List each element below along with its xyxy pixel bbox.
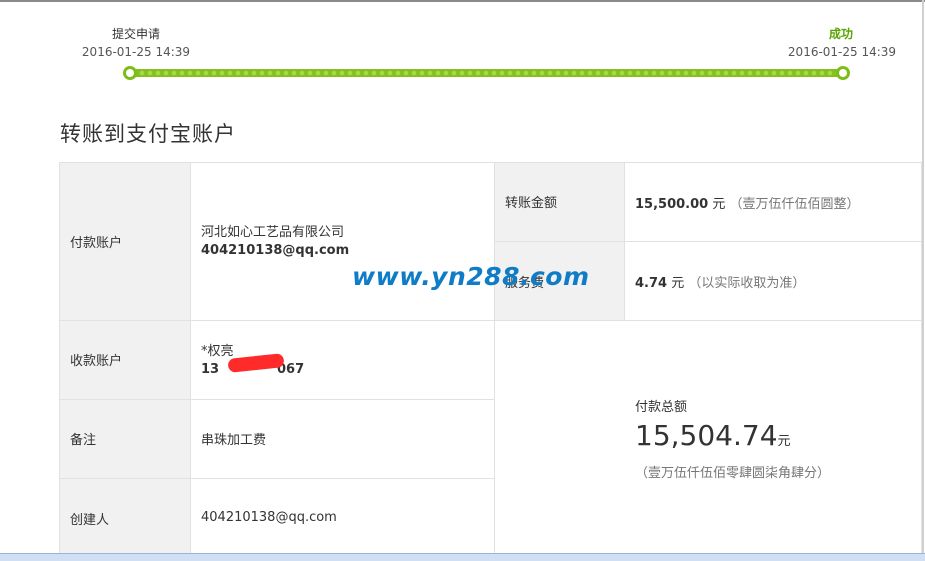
page-title: 转账到支付宝账户 bbox=[60, 122, 236, 146]
note-value-cell: 串珠加工费 bbox=[191, 400, 495, 479]
step-start-dot bbox=[123, 66, 137, 80]
total-words: （壹万伍仟伍佰零肆圆柒角肆分） bbox=[635, 466, 831, 481]
total-cell: 付款总额 15,504.74元 （壹万伍仟伍佰零肆圆柒角肆分） bbox=[495, 321, 922, 554]
note-label: 备注 bbox=[70, 433, 97, 448]
amount-line: 15,500.00 元 （壹万伍仟伍佰圆整） bbox=[635, 193, 860, 212]
note-label-cell: 备注 bbox=[60, 400, 191, 479]
amount-unit: 元 bbox=[712, 197, 726, 212]
creator-value-cell: 404210138@qq.com bbox=[191, 479, 495, 554]
top-border bbox=[0, 0, 925, 2]
step-end-dot bbox=[836, 66, 850, 80]
payer-value-cell: 河北如心工艺品有限公司 404210138@qq.com bbox=[191, 163, 495, 321]
progress-track bbox=[130, 69, 843, 77]
payee-name: *权亮 bbox=[201, 344, 234, 359]
note-value: 串珠加工费 bbox=[201, 433, 267, 448]
payee-label: 收款账户 bbox=[70, 354, 123, 369]
payee-label-cell: 收款账户 bbox=[60, 321, 191, 400]
payer-email: 404210138@qq.com bbox=[201, 243, 350, 258]
fee-line: 4.74 元 （以实际收取为准） bbox=[635, 272, 805, 291]
amount-label: 转账金额 bbox=[505, 196, 558, 211]
total-value: 15,504.74 bbox=[635, 419, 778, 452]
amount-value: 15,500.00 bbox=[635, 197, 709, 212]
fee-note: （以实际收取为准） bbox=[688, 276, 806, 291]
step-start-time: 2016-01-25 14:39 bbox=[81, 45, 191, 59]
amount-label-cell: 转账金额 bbox=[495, 163, 625, 242]
step-start-label: 提交申请 bbox=[111, 27, 160, 41]
total-line: 15,504.74元 bbox=[635, 419, 791, 452]
payer-name: 河北如心工艺品有限公司 bbox=[201, 225, 345, 240]
watermark: www.yn288.com bbox=[352, 262, 590, 291]
step-end-label: 成功 bbox=[828, 27, 853, 41]
right-border bbox=[922, 0, 924, 560]
payer-label-cell: 付款账户 bbox=[60, 163, 191, 321]
payer-label: 付款账户 bbox=[70, 236, 123, 251]
creator-label-cell: 创建人 bbox=[60, 479, 191, 554]
payee-account-start: 13 bbox=[201, 362, 220, 377]
creator-value: 404210138@qq.com bbox=[201, 510, 337, 525]
amount-value-cell: 15,500.00 元 （壹万伍仟伍佰圆整） bbox=[625, 163, 922, 242]
fee-value-cell: 4.74 元 （以实际收取为准） bbox=[625, 242, 922, 321]
fee-value: 4.74 bbox=[635, 276, 668, 291]
fee-unit: 元 bbox=[671, 276, 685, 291]
total-unit: 元 bbox=[777, 434, 791, 449]
amount-words: （壹万伍仟伍佰圆整） bbox=[729, 197, 860, 212]
creator-label: 创建人 bbox=[70, 513, 110, 528]
step-end-time: 2016-01-25 14:39 bbox=[787, 45, 897, 59]
total-label: 付款总额 bbox=[635, 400, 688, 415]
